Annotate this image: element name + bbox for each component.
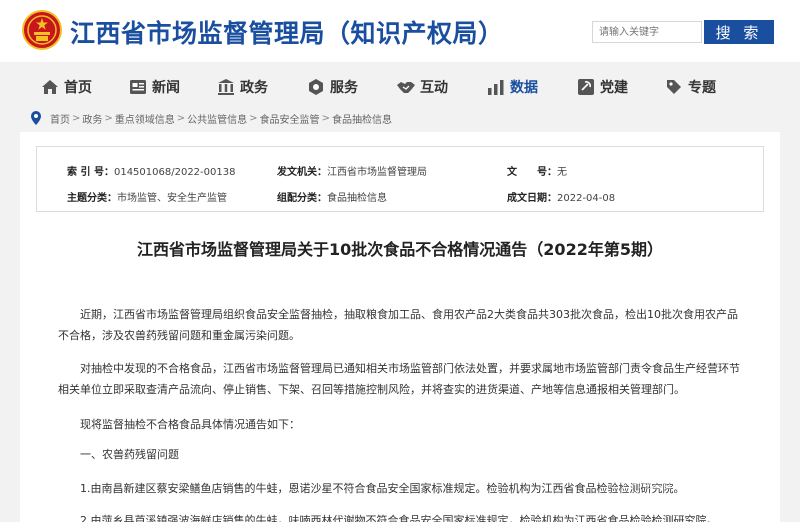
breadcrumb-item[interactable]: 公共监管信息 [187, 111, 247, 126]
nav-item-interaction[interactable]: 互动 [396, 76, 448, 98]
newspaper-icon [130, 80, 146, 94]
nav-item-party-building[interactable]: 党建 [576, 76, 628, 98]
meta-org: 组配分类：食品抽检信息 [277, 193, 387, 204]
meta-index: 索 引 号：014501068/2022-00138 [67, 167, 236, 178]
article-paragraph: 近期，江西省市场监督管理局组织食品安全监督抽检，抽取粮食加工品、食用农产品2大类… [58, 308, 738, 342]
document-metadata-table: 索 引 号：014501068/2022-00138 发文机关：江西省市场监督管… [36, 146, 764, 212]
nav-label: 数据 [510, 80, 538, 96]
site-title: 江西省市场监督管理局（知识产权局） [70, 19, 504, 48]
party-building-icon [578, 79, 594, 95]
nav-label: 专题 [688, 80, 716, 96]
breadcrumb: 首页 > 政务 > 重点领域信息 > 公共监管信息 > 食品安全监管 > 食品抽检信息 [30, 110, 392, 126]
topic-icon [667, 80, 681, 94]
article-paragraph: 现将监督抽检不合格食品具体情况通告如下： [80, 418, 300, 431]
chart-icon [488, 80, 504, 95]
meta-issuer: 发文机关：江西省市场监督管理局 [277, 167, 427, 178]
service-icon [309, 79, 323, 95]
nav-label: 首页 [64, 80, 92, 96]
nav-item-data[interactable]: 数据 [486, 76, 538, 98]
nav-item-home[interactable]: 首页 [40, 76, 92, 98]
nav-item-topic[interactable]: 专题 [664, 76, 716, 98]
meta-date: 成文日期：2022-04-08 [507, 193, 616, 204]
nav-label: 新闻 [152, 80, 180, 96]
nav-item-news[interactable]: 新闻 [128, 76, 180, 98]
search-button[interactable]: 搜 索 [704, 20, 774, 44]
home-icon [42, 80, 58, 94]
site-header: 江西省市场监督管理局（知识产权局） 搜 索 [0, 0, 800, 62]
nav-label: 政务 [240, 80, 268, 96]
article-title: 江西省市场监督管理局关于10批次食品不合格情况通告（2022年第5期） [137, 240, 663, 259]
location-pin-icon [31, 111, 41, 125]
article-paragraph: 2.由萍乡县芦溪镇强波海鲜店销售的牛蛙，呋喃西林代谢物不符合食品安全国家标准规定… [80, 514, 718, 522]
article-section-heading: 一、农兽药残留问题 [80, 448, 179, 461]
government-icon [218, 79, 234, 95]
meta-docno: 文 号：无 [507, 167, 567, 178]
handshake-icon [397, 82, 415, 93]
breadcrumb-item[interactable]: 食品安全监管 [260, 111, 320, 126]
article-paragraph: 对抽检中发现的不合格食品，江西省市场监督管理局已通知相关市场监管部门依法处置，并… [58, 362, 740, 396]
breadcrumb-item[interactable]: 首页 [50, 111, 70, 126]
breadcrumb-item[interactable]: 重点领域信息 [115, 111, 175, 126]
meta-topic: 主题分类：市场监管、安全生产监管 [67, 193, 227, 204]
search-input[interactable] [592, 21, 702, 43]
main-nav: 首页 新闻 政务 服务 互动 数据 党建 专题 [0, 62, 800, 108]
content-card: 索 引 号：014501068/2022-00138 发文机关：江西省市场监督管… [20, 132, 780, 522]
nav-label: 互动 [420, 80, 448, 96]
national-emblem-icon[interactable] [22, 10, 62, 50]
breadcrumb-item[interactable]: 食品抽检信息 [332, 111, 392, 126]
nav-item-service[interactable]: 服务 [306, 76, 358, 98]
watermark-text: 江西市场监管 [612, 480, 672, 491]
nav-label: 服务 [330, 80, 358, 96]
breadcrumb-item[interactable]: 政务 [82, 111, 102, 126]
nav-label: 党建 [600, 80, 628, 96]
nav-item-government[interactable]: 政务 [216, 76, 268, 98]
